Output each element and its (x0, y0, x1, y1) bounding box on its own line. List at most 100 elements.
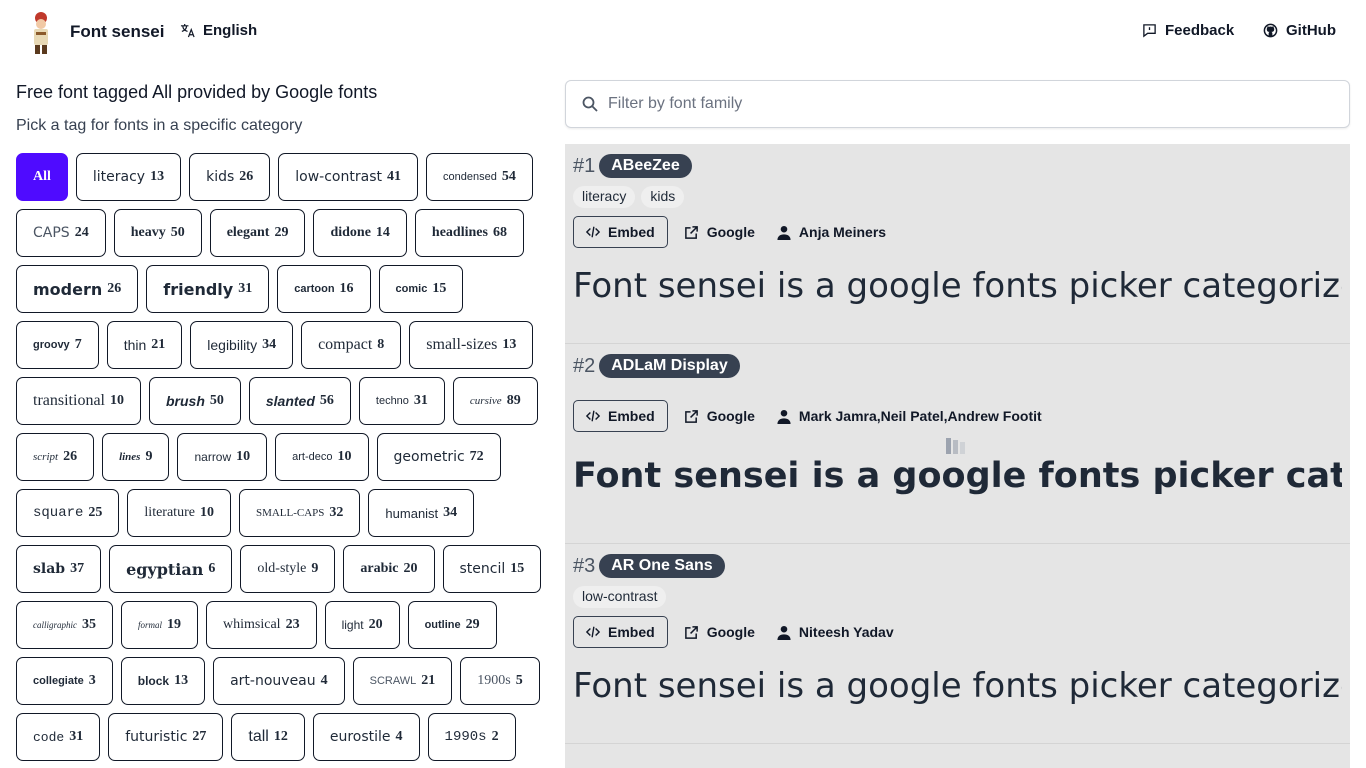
tag-block[interactable]: block 13 (120, 657, 206, 705)
tag-art-nouveau[interactable]: art-nouveau 4 (213, 657, 345, 705)
tag-futuristic[interactable]: futuristic 27 (108, 713, 224, 761)
tag-label: calligraphic (33, 620, 77, 630)
sensei-logo-icon[interactable] (28, 10, 54, 56)
tag-modern[interactable]: modern 26 (16, 265, 139, 313)
google-link[interactable]: Google (684, 408, 755, 424)
tag-label: friendly (163, 279, 234, 299)
font-rank: #2 (573, 354, 596, 377)
tag-label: kids (206, 169, 235, 185)
font-filter-input[interactable] (608, 95, 1308, 113)
tag-count: 29 (274, 225, 289, 240)
tag-lines[interactable]: lines 9 (102, 433, 170, 481)
tag-arabic[interactable]: arabic 20 (343, 545, 435, 593)
tag-count: 9 (145, 449, 153, 464)
tag-outline[interactable]: outline 29 (407, 601, 497, 649)
tag-label: formal (138, 620, 163, 630)
embed-button[interactable]: Embed (573, 400, 668, 432)
tag-formal[interactable]: formal 19 (121, 601, 199, 649)
tag-egyptian[interactable]: egyptian 6 (109, 545, 233, 593)
author-name: Anja Meiners (798, 224, 887, 240)
tag-condensed[interactable]: condensed 54 (425, 153, 533, 201)
tag-kids[interactable]: kids 26 (189, 153, 271, 201)
tag-humanist[interactable]: humanist 34 (368, 489, 475, 537)
language-switcher[interactable]: English (180, 22, 257, 39)
tag-heavy[interactable]: heavy 50 (113, 209, 202, 257)
tag-eurostile[interactable]: eurostile 4 (312, 713, 420, 761)
font-tag-chip[interactable]: kids (641, 186, 685, 208)
tag-literature[interactable]: literature 10 (127, 489, 231, 537)
tag-count: 12 (273, 729, 288, 744)
tag-calligraphic[interactable]: calligraphic 35 (16, 601, 113, 649)
font-filter[interactable] (565, 80, 1350, 128)
tag-label: slab (33, 561, 66, 577)
google-link[interactable]: Google (684, 624, 755, 640)
tag-code[interactable]: code 31 (16, 713, 101, 761)
tag-literacy[interactable]: literacy 13 (75, 153, 182, 201)
tag-label: egyptian (126, 559, 204, 579)
embed-button[interactable]: Embed (573, 616, 668, 648)
tag-count: 15 (432, 281, 447, 296)
font-tags: literacy kids (573, 186, 1342, 208)
feedback-link[interactable]: Feedback (1142, 22, 1234, 39)
tag-caps[interactable]: CAPS 24 (16, 209, 106, 257)
tag-elegant[interactable]: elegant 29 (209, 209, 306, 257)
tag-comic[interactable]: comic 15 (378, 265, 464, 313)
author-link[interactable]: Mark Jamra,Neil Patel,Andrew Footit (777, 408, 1042, 424)
tag-scrawl[interactable]: SCRAWL 21 (352, 657, 453, 705)
font-family-badge[interactable]: AR One Sans (599, 554, 725, 578)
tag-count: 20 (403, 561, 418, 576)
font-family-badge[interactable]: ABeeZee (599, 154, 692, 178)
tag-count: 14 (375, 225, 390, 240)
tag-small-caps[interactable]: SMALL-CAPS 32 (238, 489, 361, 537)
tag-1990s[interactable]: 1990s 2 (427, 713, 516, 761)
tag-slanted[interactable]: slanted 56 (248, 377, 351, 425)
tag-stencil[interactable]: stencil 15 (442, 545, 542, 593)
tag-cartoon[interactable]: cartoon 16 (277, 265, 371, 313)
tag-groovy[interactable]: groovy 7 (16, 321, 99, 369)
tag-collegiate[interactable]: collegiate 3 (16, 657, 113, 705)
tag-old-style[interactable]: old-style 9 (240, 545, 336, 593)
google-link[interactable]: Google (684, 224, 755, 240)
tag-count: 3 (88, 673, 96, 688)
tag-all[interactable]: All (16, 153, 68, 201)
tag-transitional[interactable]: transitional 10 (16, 377, 141, 425)
tag-compact[interactable]: compact 8 (301, 321, 402, 369)
tag-count: 21 (421, 673, 436, 688)
brand-name[interactable]: Font sensei (70, 22, 164, 42)
external-link-icon (684, 625, 698, 639)
tag-didone[interactable]: didone 14 (313, 209, 407, 257)
tag-square[interactable]: square 25 (16, 489, 120, 537)
tag-light[interactable]: light 20 (324, 601, 400, 649)
tag-thin[interactable]: thin 21 (106, 321, 183, 369)
tag-small-sizes[interactable]: small-sizes 13 (409, 321, 534, 369)
tag-geometric[interactable]: geometric 72 (376, 433, 501, 481)
tag-1900s[interactable]: 1900s 5 (460, 657, 540, 705)
tag-label: humanist (385, 505, 439, 521)
tag-label: literature (144, 505, 195, 520)
tag-friendly[interactable]: friendly 31 (146, 265, 270, 313)
tag-tall[interactable]: tall 12 (231, 713, 305, 761)
tag-whimsical[interactable]: whimsical 23 (206, 601, 317, 649)
author-link[interactable]: Anja Meiners (777, 224, 886, 240)
tag-low-contrast[interactable]: low-contrast 41 (278, 153, 418, 201)
tag-narrow[interactable]: narrow 10 (177, 433, 268, 481)
tag-count: 68 (492, 225, 507, 240)
tag-script[interactable]: script 26 (16, 433, 95, 481)
tag-techno[interactable]: techno 31 (358, 377, 445, 425)
author-link[interactable]: Niteesh Yadav (777, 624, 894, 640)
tag-label: old-style (257, 561, 307, 576)
tag-art-deco[interactable]: art-deco 10 (275, 433, 369, 481)
font-tag-chip[interactable]: low-contrast (573, 586, 667, 608)
font-tag-chip[interactable]: literacy (573, 186, 636, 208)
github-link[interactable]: GitHub (1263, 22, 1336, 39)
embed-button[interactable]: Embed (573, 216, 668, 248)
tag-cursive[interactable]: cursive 89 (452, 377, 538, 425)
tag-headlines[interactable]: headlines 68 (414, 209, 524, 257)
tag-slab[interactable]: slab 37 (16, 545, 102, 593)
tag-legibility[interactable]: legibility 34 (190, 321, 294, 369)
tag-label: light (341, 618, 364, 632)
tag-count: 4 (395, 729, 403, 744)
tag-brush[interactable]: brush 50 (148, 377, 241, 425)
tag-count: 10 (236, 449, 251, 464)
font-family-badge[interactable]: ADLaM Display (599, 354, 740, 378)
